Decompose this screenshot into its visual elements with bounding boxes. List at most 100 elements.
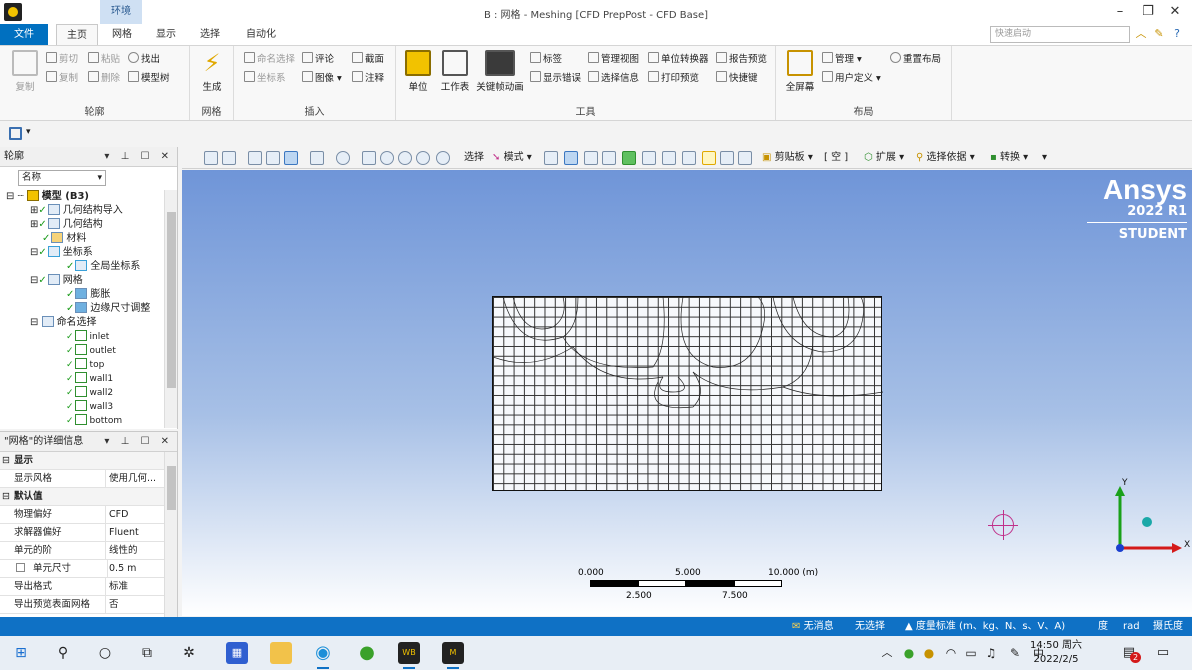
zoom-out-icon[interactable]	[222, 151, 236, 165]
tab-automation[interactable]: 自动化	[238, 24, 284, 45]
workbench-icon[interactable]: WB	[398, 642, 420, 669]
clipboard-dropdown[interactable]: ▣ 剪贴板 ▾	[762, 147, 813, 169]
print-preview-button[interactable]: 打印预览	[648, 71, 699, 87]
convert-dropdown[interactable]: ▪ 转换 ▾	[990, 147, 1028, 169]
view-layout-icon[interactable]	[310, 151, 324, 165]
select-face-icon[interactable]	[584, 151, 598, 165]
reset-layout-button[interactable]: 重置布局	[890, 52, 941, 68]
tree-node-bottom[interactable]: ✓ bottom	[66, 414, 122, 428]
details-row[interactable]: 导出预览表面网格否	[0, 596, 164, 614]
report-preview-button[interactable]: 报告预览	[716, 52, 767, 68]
details-row[interactable]: 求解器偏好 Fluent	[0, 524, 164, 542]
mesh-grid[interactable]	[492, 296, 883, 491]
tree-node-materials[interactable]: ✓ 材料	[42, 232, 86, 246]
tab-home[interactable]: 主页	[56, 24, 98, 45]
tree-node-edge-sizing[interactable]: ✓ 边缘尺寸调整	[66, 302, 150, 316]
volume-icon[interactable]: ♫	[980, 642, 1002, 664]
action-center-icon[interactable]: ▭	[1152, 642, 1174, 664]
meshing-icon[interactable]: M	[442, 642, 464, 669]
zoom-icon[interactable]	[380, 151, 394, 165]
select-by-dropdown[interactable]: ⚲ 选择依据 ▾	[916, 147, 975, 169]
units-button[interactable]: 单位	[400, 50, 436, 93]
select-body-icon[interactable]	[602, 151, 616, 165]
tree-node-global-cs[interactable]: ✓ 全局坐标系	[66, 260, 140, 274]
tree-node-geometry[interactable]: ⊞✓ 几何结构	[30, 218, 103, 232]
tray-app-icon[interactable]: ●	[898, 642, 920, 664]
find-button[interactable]: 找出	[128, 52, 160, 68]
tree-node-inlet[interactable]: ✓ inlet	[66, 330, 109, 344]
pick-all-icon[interactable]	[702, 151, 716, 165]
details-row[interactable]: 单元的阶 线性的	[0, 542, 164, 560]
view-iso-icon[interactable]	[248, 151, 262, 165]
select-all-icon[interactable]	[720, 151, 734, 165]
task-view-icon[interactable]: ⧉	[136, 642, 158, 664]
tree-node-model[interactable]: ⊟ ┈ 模型 (B3)	[6, 190, 89, 204]
minimize-button[interactable]: –	[1105, 2, 1135, 22]
details-section-defaults[interactable]: ⊟ 默认值	[0, 488, 164, 506]
file-explorer-icon[interactable]	[270, 642, 292, 664]
maximize-button[interactable]: ❐	[1133, 2, 1163, 22]
help-icon[interactable]: ?	[1170, 27, 1184, 41]
axis-triad[interactable]: Y X	[1102, 478, 1192, 560]
scroll-thumb[interactable]	[167, 212, 176, 388]
store-icon[interactable]: ▦	[226, 642, 248, 664]
select-element-face-icon[interactable]	[642, 151, 656, 165]
notification-icon[interactable]: ▤ 2	[1118, 642, 1141, 664]
wifi-icon[interactable]: ◠	[940, 642, 962, 664]
select-edge-icon[interactable]	[564, 151, 578, 165]
image-button[interactable]: 图像 ▾	[302, 71, 342, 87]
selection-info-button[interactable]: 选择信息	[588, 71, 639, 87]
feedback-icon[interactable]: ✎	[1152, 27, 1166, 41]
view-wireframe-icon[interactable]	[284, 151, 298, 165]
view-shaded-icon[interactable]	[266, 151, 280, 165]
box-zoom-icon[interactable]	[398, 151, 412, 165]
graphics-viewport[interactable]: Ansys 2022 R1 STUDENT 0.000 5.000 10.000…	[182, 170, 1192, 616]
coordinate-system-button[interactable]: 坐标系	[244, 71, 286, 87]
pan-icon[interactable]	[362, 151, 376, 165]
tree-node-top[interactable]: ✓ top	[66, 358, 104, 372]
edge-browser-icon[interactable]: ◉	[312, 642, 334, 669]
zoom-in-icon[interactable]	[204, 151, 218, 165]
comment-button[interactable]: 评论	[302, 52, 334, 68]
clock[interactable]: 14:50 周六 2022/2/5	[1030, 639, 1082, 667]
select-mesh-icon[interactable]	[682, 151, 696, 165]
hide-icon[interactable]	[738, 151, 752, 165]
tree-node-wall1[interactable]: ✓ wall1	[66, 372, 113, 386]
collapse-ribbon-icon[interactable]: ︿	[1134, 27, 1148, 41]
zoom-fit-icon[interactable]	[416, 151, 430, 165]
tree-node-outlet[interactable]: ✓ outlet	[66, 344, 116, 358]
outline-scrollbar[interactable]	[164, 190, 177, 428]
details-scrollbar[interactable]	[164, 452, 177, 617]
cut-button[interactable]: 剪切	[46, 52, 78, 68]
tree-node-coordinate-systems[interactable]: ⊟✓ 坐标系	[30, 246, 93, 260]
toolbar-overflow-icon[interactable]: ▾	[1042, 147, 1047, 169]
section-button[interactable]: 截面	[352, 52, 384, 68]
duplicate-button[interactable]: 复制	[46, 71, 78, 87]
worksheet-button[interactable]: 工作表	[438, 50, 472, 93]
rotate-icon[interactable]	[336, 151, 350, 165]
tab-file[interactable]: 文件	[0, 24, 48, 45]
details-section-display[interactable]: ⊟ 显示	[0, 452, 164, 470]
generate-button[interactable]: ⚡ 生成	[196, 50, 228, 93]
tags-button[interactable]: 标签	[530, 52, 562, 68]
windows-start-icon[interactable]: ⊞	[10, 642, 32, 664]
tree-node-named-selections[interactable]: ⊟ 命名选择	[30, 316, 97, 330]
select-element-icon[interactable]	[662, 151, 676, 165]
tree-node-wall2[interactable]: ✓ wall2	[66, 386, 113, 400]
tree-node-mesh[interactable]: ⊟✓ 网格	[30, 274, 83, 288]
tab-display[interactable]: 显示	[148, 24, 184, 45]
user-defined-button[interactable]: 用户定义 ▾	[822, 71, 881, 87]
pen-icon[interactable]: ✎	[1004, 642, 1026, 664]
manage-button[interactable]: 管理 ▾	[822, 52, 862, 68]
tab-selection[interactable]: 选择	[192, 24, 228, 45]
magnifier-icon[interactable]	[436, 151, 450, 165]
details-row[interactable]: 物理偏好 CFD	[0, 506, 164, 524]
browser-icon[interactable]: ●	[356, 642, 378, 664]
paste-button[interactable]: 粘贴	[88, 52, 120, 68]
fullscreen-button[interactable]: 全屏幕	[782, 50, 818, 93]
extend-dropdown[interactable]: ⬡ 扩展 ▾	[864, 147, 904, 169]
outline-filter-select[interactable]: 名称	[18, 170, 106, 186]
panel-controls[interactable]: ▾ ⊥ ☐ ✕	[104, 147, 173, 167]
search-icon[interactable]: ⚲	[52, 642, 74, 664]
annotation-button[interactable]: 注释	[352, 71, 384, 87]
